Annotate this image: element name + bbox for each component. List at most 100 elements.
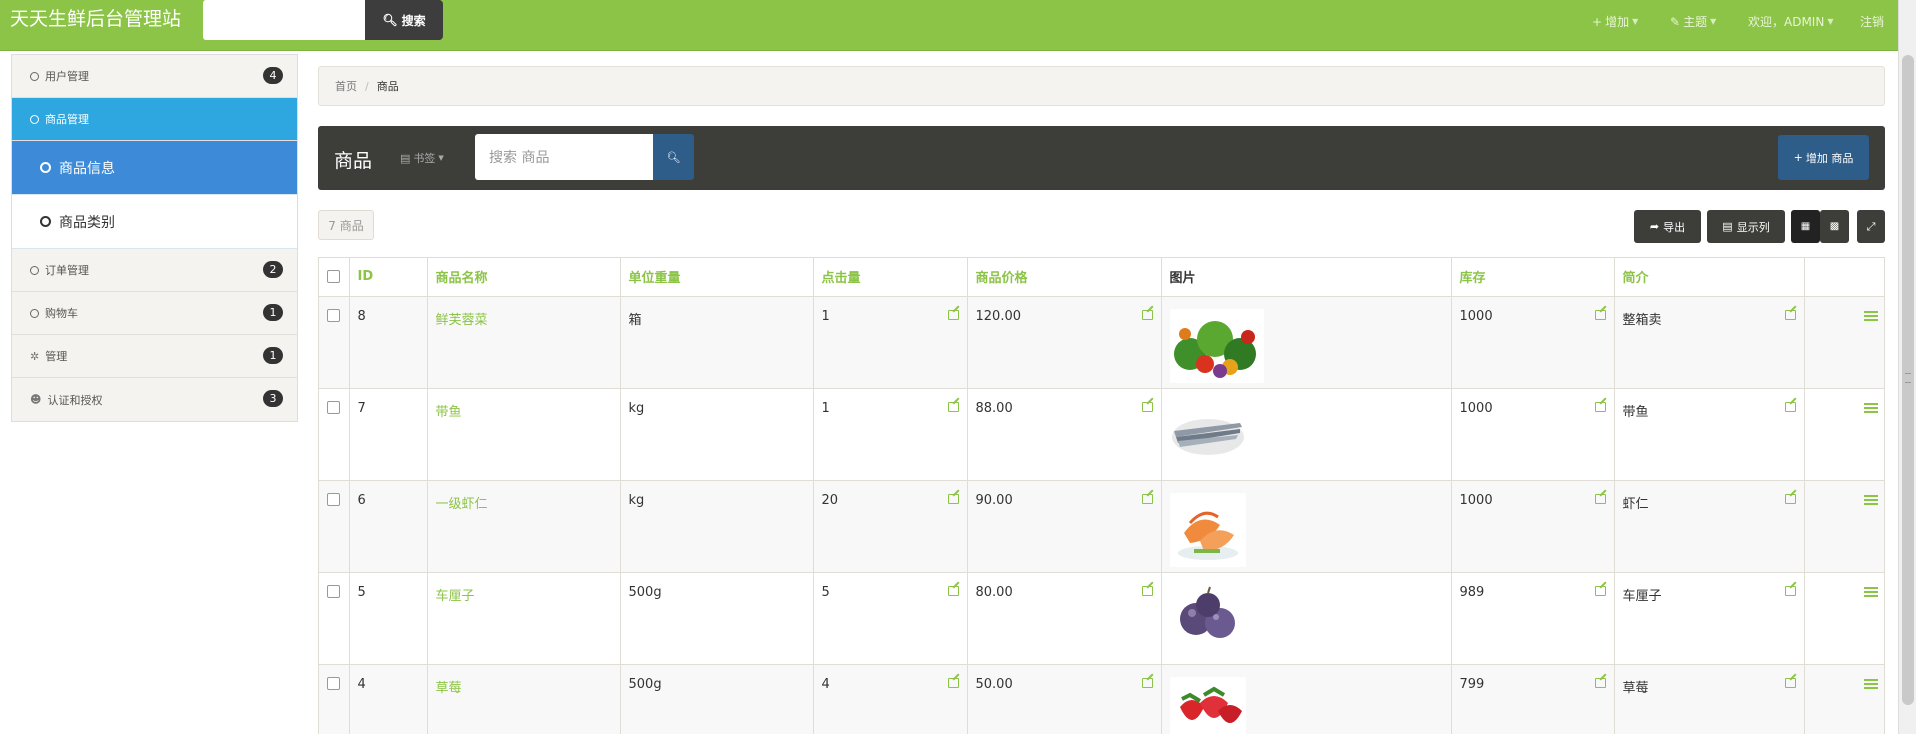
edit-icon[interactable] [1784,585,1796,596]
grid-view-button[interactable]: ▩ [1820,210,1849,243]
edit-icon[interactable] [1784,677,1796,688]
theme-menu[interactable]: ✎ 主题 ▼ [1670,13,1716,30]
edit-icon[interactable] [1141,493,1153,504]
row-actions-icon[interactable] [1863,310,1878,321]
row-checkbox[interactable] [327,400,340,414]
row-actions-icon[interactable] [1863,586,1878,597]
edit-icon[interactable] [1594,493,1606,504]
column-header-price[interactable]: 商品价格 [967,258,1162,297]
edit-icon[interactable] [1594,585,1606,596]
edit-icon[interactable] [1784,309,1796,320]
unit-cell: 500g [620,572,814,665]
search-icon: 🔍︎ [382,13,398,27]
row-checkbox[interactable] [327,492,340,506]
name-link[interactable]: 鲜芙蓉菜 [427,296,621,389]
show-columns-button[interactable]: ▤ 显示列 [1707,210,1785,243]
row-actions-icon[interactable] [1863,678,1878,689]
table-row[interactable]: 4 草莓 500g 4 50.00 799 草莓 [319,664,1884,734]
bookmarks-menu[interactable]: ▤ 书签 ▼ [400,150,444,166]
desc-cell: 草莓 [1614,664,1805,734]
vertical-scrollbar[interactable] [1898,0,1916,734]
clicks-value: 1 [821,308,830,324]
row-checkbox[interactable] [327,584,340,598]
image-cell [1161,664,1452,734]
product-image[interactable] [1169,400,1246,461]
product-image[interactable] [1169,308,1264,383]
name-link[interactable]: 带鱼 [427,388,621,481]
edit-icon[interactable] [947,585,959,596]
table-row[interactable]: 7 带鱼 kg 1 88.00 1000 带鱼 [319,388,1884,481]
top-search-button[interactable]: 🔍︎ 搜索 [365,0,443,40]
column-header-desc[interactable]: 简介 [1614,258,1805,297]
column-header-clicks[interactable]: 点击量 [813,258,968,297]
name-link[interactable]: 草莓 [427,664,621,734]
fullscreen-button[interactable]: ⤢ [1857,210,1885,243]
export-button[interactable]: ➦ 导出 [1634,210,1701,243]
list-view-button[interactable]: ▦ [1791,210,1820,243]
edit-icon[interactable] [1141,677,1153,688]
id-cell: 7 [349,388,428,481]
goods-search-input[interactable]: 搜索 商品 [475,134,653,180]
row-checkbox[interactable] [327,308,340,322]
stock-cell: 1000 [1451,296,1615,389]
product-image[interactable] [1169,676,1246,734]
edit-icon[interactable] [1594,677,1606,688]
table-row[interactable]: 5 车厘子 500g 5 80.00 989 车厘子 [319,572,1884,665]
expand-icon: ⤢ [1866,219,1876,233]
breadcrumb-current: 商品 [376,80,399,93]
product-image[interactable] [1169,492,1246,567]
scrollbar-grip-icon [1905,373,1911,383]
name-link[interactable]: 车厘子 [427,572,621,665]
product-image[interactable] [1169,584,1246,647]
sidebar-item-admin[interactable]: ✲ 管理 1 [12,335,297,378]
edit-icon[interactable] [1784,493,1796,504]
edit-icon[interactable] [947,677,959,688]
sidebar-item-users[interactable]: 用户管理 4 [12,55,297,98]
table-row[interactable]: 6 一级虾仁 kg 20 90.00 1000 虾仁 [319,480,1884,573]
sidebar-subitem-goods-info[interactable]: 商品信息 [12,141,297,195]
column-header-name[interactable]: 商品名称 [427,258,621,297]
goods-search-button[interactable]: 🔍︎ [653,134,694,180]
row-select-cell [319,664,350,734]
image-cell [1161,480,1452,573]
clicks-value: 4 [821,676,830,692]
edit-icon[interactable] [1141,401,1153,412]
sidebar-item-cart[interactable]: 购物车 1 [12,292,297,335]
table-row[interactable]: 8 鲜芙蓉菜箱 1 120.00 1000 整箱卖 [319,296,1884,389]
column-header-stock[interactable]: 库存 [1451,258,1615,297]
logout-link[interactable]: 注销 [1860,13,1884,30]
edit-icon[interactable] [947,493,959,504]
circle-icon [30,114,39,124]
sidebar-item-orders[interactable]: 订单管理 2 [12,249,297,292]
unit-cell: kg [620,480,814,573]
sidebar-subitem-goods-category[interactable]: 商品类别 [12,195,297,249]
column-header-id[interactable]: ID [349,258,428,297]
column-header-image: 图片 [1161,258,1452,297]
breadcrumb-home[interactable]: 首页 [335,78,357,94]
result-count: 7 商品 [318,210,374,240]
select-all-checkbox[interactable] [327,270,340,284]
image-cell [1161,296,1452,389]
add-goods-button[interactable]: + 增加 商品 [1778,135,1869,180]
row-checkbox[interactable] [327,676,340,690]
sidebar-item-auth[interactable]: ☻ 认证和授权 3 [12,378,297,421]
edit-icon[interactable] [1594,401,1606,412]
column-header-unit[interactable]: 单位重量 [620,258,814,297]
edit-icon[interactable] [1141,585,1153,596]
top-search-input[interactable] [203,0,365,40]
sidebar-item-goods[interactable]: 商品管理 [12,98,297,141]
clicks-cell: 5 [813,572,968,665]
brand-title[interactable]: 天天生鲜后台管理站 [10,8,181,30]
row-actions-icon[interactable] [1863,494,1878,505]
edit-icon[interactable] [1784,401,1796,412]
edit-icon[interactable] [947,401,959,412]
edit-icon[interactable] [1594,309,1606,320]
row-select-cell [319,388,350,481]
clicks-cell: 4 [813,664,968,734]
add-menu[interactable]: + 增加 ▼ [1592,13,1638,30]
name-link[interactable]: 一级虾仁 [427,480,621,573]
user-menu[interactable]: 欢迎，ADMIN ▼ [1748,13,1833,30]
row-actions-icon[interactable] [1863,402,1878,413]
edit-icon[interactable] [1141,309,1153,320]
edit-icon[interactable] [947,309,959,320]
